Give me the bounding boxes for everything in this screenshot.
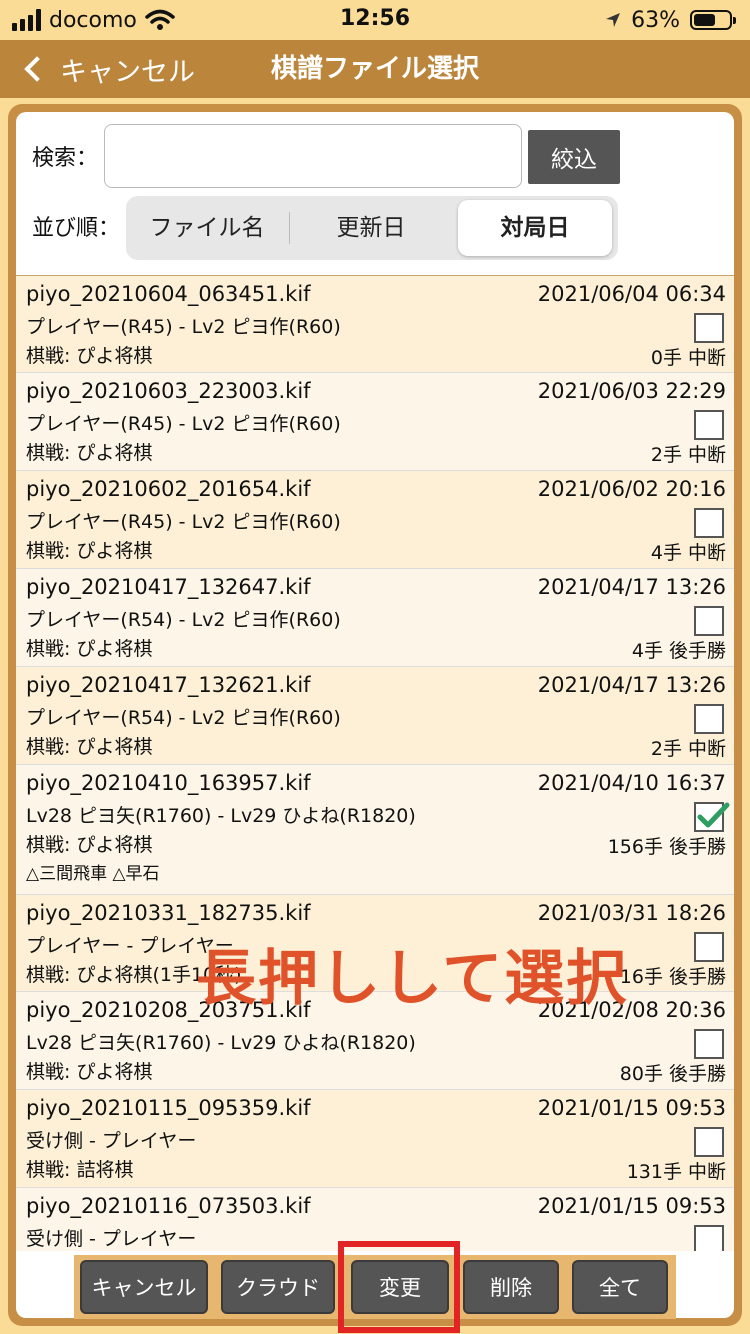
file-name: piyo_20210602_201654.kif	[26, 477, 311, 501]
select-checkbox[interactable]	[694, 606, 724, 636]
game-date: 2021/03/31 18:26	[537, 901, 726, 925]
file-name: piyo_20210115_095359.kif	[26, 1096, 311, 1120]
filter-button[interactable]: 絞込	[528, 130, 620, 184]
file-row[interactable]: piyo_20210604_063451.kif 2021/06/04 06:34…	[16, 276, 734, 373]
file-name: piyo_20210417_132621.kif	[26, 673, 311, 697]
game-date: 2021/06/04 06:34	[537, 282, 726, 306]
players: Lv28 ピヨ矢(R1760) - Lv29 ひよね(R1820)	[26, 1032, 416, 1054]
sort-label: 並び順：	[32, 216, 121, 241]
file-select-panel: 検索： 絞込 並び順： ファイル名 更新日 対局日 piyo_20210604_…	[8, 104, 742, 1326]
search-input[interactable]	[104, 124, 522, 188]
tournament: 棋戦: ぴよ将棋	[26, 834, 153, 856]
tournament: 棋戦: ぴよ将棋(1手10秒)	[26, 964, 242, 986]
file-row[interactable]: piyo_20210116_073503.kif 2021/01/15 09:53…	[16, 1188, 734, 1251]
location-arrow-icon	[606, 13, 621, 27]
game-date: 2021/01/15 09:53	[537, 1194, 726, 1218]
game-date: 2021/06/03 22:29	[537, 379, 726, 403]
battery-icon	[690, 10, 736, 30]
game-date: 2021/02/08 20:36	[537, 998, 726, 1022]
file-row[interactable]: piyo_20210115_095359.kif 2021/01/15 09:53…	[16, 1090, 734, 1188]
tournament: 棋戦: ぴよ将棋	[26, 736, 153, 758]
move-count-result: 0手 中断	[650, 347, 726, 369]
sort-option-updated-date[interactable]: 更新日	[288, 196, 454, 260]
move-count-result: 4手 後手勝	[631, 640, 726, 662]
cancel-button[interactable]: キャンセル	[80, 1260, 208, 1314]
navigation-bar: キャンセル 棋譜ファイル選択	[0, 40, 750, 98]
select-all-button[interactable]: 全て	[572, 1260, 668, 1314]
file-name: piyo_20210331_182735.kif	[26, 901, 311, 925]
move-count-result: 80手 後手勝	[619, 1063, 726, 1085]
move-count-result: 16手 後手勝	[619, 966, 726, 988]
file-row[interactable]: piyo_20210603_223003.kif 2021/06/03 22:29…	[16, 373, 734, 471]
players: 受け側 - プレイヤー	[26, 1228, 197, 1250]
tournament: 棋戦: ぴよ将棋	[26, 345, 153, 367]
players: 受け側 - プレイヤー	[26, 1130, 197, 1152]
file-name: piyo_20210116_073503.kif	[26, 1194, 311, 1218]
sort-option-game-date[interactable]: 対局日	[458, 200, 612, 256]
status-bar: docomo 12:56 63%	[0, 0, 750, 40]
file-row[interactable]: piyo_20210417_132647.kif 2021/04/17 13:26…	[16, 569, 734, 667]
select-checkbox[interactable]	[694, 410, 724, 440]
move-count-result: 156手 後手勝	[607, 836, 726, 858]
game-date: 2021/04/17 13:26	[537, 673, 726, 697]
file-row[interactable]: piyo_20210331_182735.kif 2021/03/31 18:26…	[16, 895, 734, 992]
move-count-result: 2手 中断	[650, 738, 726, 760]
players: プレイヤー(R45) - Lv2 ピヨ作(R60)	[26, 413, 341, 435]
battery-percent: 63%	[631, 7, 680, 33]
move-count-result: 2手 中断	[650, 444, 726, 466]
file-name: piyo_20210417_132647.kif	[26, 575, 311, 599]
game-date: 2021/01/15 09:53	[537, 1096, 726, 1120]
select-checkbox[interactable]	[694, 802, 730, 832]
delete-button[interactable]: 削除	[463, 1260, 559, 1314]
move-count-result: 4手 中断	[650, 542, 726, 564]
sort-option-filename[interactable]: ファイル名	[126, 196, 288, 260]
players: プレイヤー - プレイヤー	[26, 935, 234, 957]
file-row[interactable]: piyo_20210410_163957.kif 2021/04/10 16:37…	[16, 765, 734, 895]
game-date: 2021/04/10 16:37	[537, 771, 726, 795]
select-checkbox[interactable]	[694, 508, 724, 538]
move-count-result: 131手 中断	[626, 1161, 726, 1183]
game-date: 2021/06/02 20:16	[537, 477, 726, 501]
file-name: piyo_20210603_223003.kif	[26, 379, 311, 403]
select-checkbox[interactable]	[694, 1127, 724, 1157]
tournament: 棋戦: ぴよ将棋	[26, 540, 153, 562]
players: プレイヤー(R45) - Lv2 ピヨ作(R60)	[26, 511, 341, 533]
tournament: 棋戦: ぴよ将棋	[26, 442, 153, 464]
file-name: piyo_20210208_203751.kif	[26, 998, 311, 1022]
select-checkbox[interactable]	[694, 1029, 724, 1059]
opening-tags: △三間飛車 △早石	[26, 864, 160, 884]
select-checkbox[interactable]	[694, 704, 724, 734]
file-name: piyo_20210410_163957.kif	[26, 771, 311, 795]
cloud-button[interactable]: クラウド	[221, 1260, 335, 1314]
checkmark-icon	[697, 802, 730, 828]
game-date: 2021/04/17 13:26	[537, 575, 726, 599]
select-checkbox[interactable]	[694, 313, 724, 343]
search-label: 検索：	[32, 146, 99, 171]
file-row[interactable]: piyo_20210602_201654.kif 2021/06/02 20:16…	[16, 471, 734, 569]
file-row[interactable]: piyo_20210208_203751.kif 2021/02/08 20:36…	[16, 992, 734, 1090]
page-title: 棋譜ファイル選択	[270, 54, 479, 84]
change-button[interactable]: 変更	[351, 1260, 449, 1314]
bottom-toolbar: キャンセル クラウド 変更 削除 全て	[74, 1255, 676, 1319]
players: プレイヤー(R54) - Lv2 ピヨ作(R60)	[26, 609, 341, 631]
tournament: 棋戦: 詰将棋	[26, 1159, 134, 1181]
select-checkbox[interactable]	[694, 932, 724, 962]
tournament: 棋戦: ぴよ将棋	[26, 638, 153, 660]
players: Lv28 ピヨ矢(R1760) - Lv29 ひよね(R1820)	[26, 805, 416, 827]
sort-segmented-control: ファイル名 更新日 対局日	[126, 196, 618, 260]
file-name: piyo_20210604_063451.kif	[26, 282, 311, 306]
file-list: piyo_20210604_063451.kif 2021/06/04 06:34…	[16, 275, 734, 1251]
select-checkbox[interactable]	[694, 1225, 724, 1251]
players: プレイヤー(R54) - Lv2 ピヨ作(R60)	[26, 707, 341, 729]
players: プレイヤー(R45) - Lv2 ピヨ作(R60)	[26, 316, 341, 338]
tournament: 棋戦: ぴよ将棋	[26, 1061, 153, 1083]
file-row[interactable]: piyo_20210417_132621.kif 2021/04/17 13:26…	[16, 667, 734, 765]
